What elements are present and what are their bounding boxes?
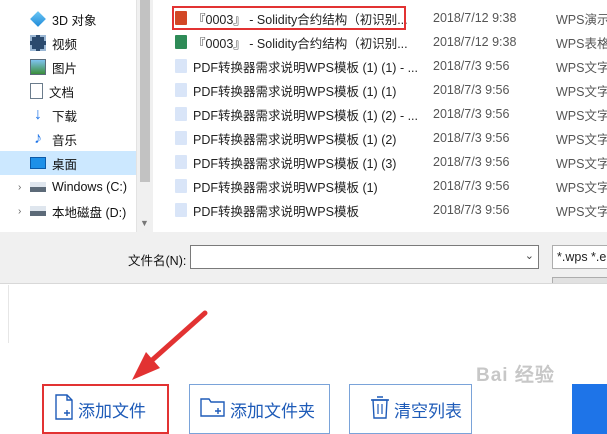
file-type: WPS文字 xyxy=(556,60,607,75)
nav-item-label: 音乐 xyxy=(52,133,78,148)
nav-item-label: 视频 xyxy=(52,37,78,52)
file-row[interactable]: PDF转换器需求说明WPS模板 2018/7/3 9:56 WPS文字 xyxy=(153,198,607,222)
file-date: 2018/7/3 9:56 xyxy=(433,131,510,145)
nav-item-drive-c[interactable]: › Windows (C:) xyxy=(0,175,136,199)
nav-scrollbar[interactable]: ▼ xyxy=(136,0,154,232)
add-file-icon xyxy=(54,393,74,425)
nav-item-label: 下载 xyxy=(52,109,78,124)
navigation-pane: 3D 对象 视频 图片 文档 ↓ 下载 ♪ 音乐 桌面 › Windows (C… xyxy=(0,0,136,232)
file-name: PDF转换器需求说明WPS模板 xyxy=(193,204,359,219)
nav-item-downloads[interactable]: ↓ 下载 xyxy=(0,103,136,127)
file-icon xyxy=(175,35,187,49)
add-file-button[interactable]: 添加文件 xyxy=(42,384,169,434)
watermark: Bai 经验 xyxy=(476,365,555,386)
file-date: 2018/7/3 9:56 xyxy=(433,59,510,73)
divider xyxy=(8,285,9,343)
file-icon xyxy=(175,107,187,121)
add-folder-icon xyxy=(200,396,226,423)
file-name: PDF转换器需求说明WPS模板 (1) (2) xyxy=(193,132,397,147)
chevron-down-icon[interactable]: ⌄ xyxy=(525,249,534,262)
clear-list-button[interactable]: 清空列表 xyxy=(349,384,472,434)
file-name: PDF转换器需求说明WPS模板 (1) xyxy=(193,180,378,195)
file-list: 『0003』 - Solidity合约结构（初识别... 2018/7/12 9:… xyxy=(153,0,607,232)
nav-item-label: Windows (C:) xyxy=(52,180,128,194)
file-type: WPS文字 xyxy=(556,84,607,99)
file-row[interactable]: PDF转换器需求说明WPS模板 (1) 2018/7/3 9:56 WPS文字 xyxy=(153,174,607,198)
file-row[interactable]: 『0003』 - Solidity合约结构（初识别... 2018/7/12 9:… xyxy=(153,30,607,54)
file-date: 2018/7/3 9:56 xyxy=(433,83,510,97)
file-icon xyxy=(175,131,187,145)
file-name: PDF转换器需求说明WPS模板 (1) (3) xyxy=(193,156,397,171)
file-date: 2018/7/3 9:56 xyxy=(433,107,510,121)
file-type: WPS文字 xyxy=(556,180,607,195)
file-type: WPS文字 xyxy=(556,132,607,147)
file-row[interactable]: PDF转换器需求说明WPS模板 (1) (3) 2018/7/3 9:56 WPS文… xyxy=(153,150,607,174)
file-row[interactable]: PDF转换器需求说明WPS模板 (1) (1) - ... 2018/7/3 9:… xyxy=(153,54,607,78)
file-name: PDF转换器需求说明WPS模板 (1) (2) - ... xyxy=(193,108,419,123)
nav-item-3d-objects[interactable]: 3D 对象 xyxy=(0,7,136,31)
pictures-icon xyxy=(30,59,46,75)
scrollbar-thumb[interactable] xyxy=(140,0,150,182)
nav-item-videos[interactable]: 视频 xyxy=(0,31,136,55)
add-folder-button[interactable]: 添加文件夹 xyxy=(189,384,330,434)
file-type: WPS演示 xyxy=(556,12,607,27)
nav-item-label: 桌面 xyxy=(52,157,78,172)
file-name: PDF转换器需求说明WPS模板 (1) (1) - ... xyxy=(193,60,419,75)
nav-item-label: 图片 xyxy=(52,61,78,76)
3d-object-icon xyxy=(30,11,46,27)
nav-item-documents[interactable]: 文档 xyxy=(0,79,136,103)
clear-list-label: 清空列表 xyxy=(394,401,462,421)
nav-item-desktop[interactable]: 桌面 xyxy=(0,151,136,175)
trash-icon xyxy=(370,395,390,424)
video-icon xyxy=(30,35,46,51)
file-open-dialog: 3D 对象 视频 图片 文档 ↓ 下载 ♪ 音乐 桌面 › Windows (C… xyxy=(0,0,607,301)
drive-c-icon xyxy=(30,182,46,192)
file-icon xyxy=(175,83,187,97)
download-icon: ↓ xyxy=(34,106,42,123)
documents-icon xyxy=(30,83,43,99)
file-icon xyxy=(175,59,187,73)
add-file-label: 添加文件 xyxy=(78,401,146,421)
start-convert-button[interactable] xyxy=(572,384,607,434)
file-type: WPS文字 xyxy=(556,204,607,219)
file-name: PDF转换器需求说明WPS模板 (1) (1) xyxy=(193,84,397,99)
file-date: 2018/7/12 9:38 xyxy=(433,11,517,25)
file-row[interactable]: PDF转换器需求说明WPS模板 (1) (2) 2018/7/3 9:56 WPS文… xyxy=(153,126,607,150)
nav-item-label: 3D 对象 xyxy=(52,13,97,28)
nav-item-label: 文档 xyxy=(49,85,75,100)
add-folder-label: 添加文件夹 xyxy=(230,401,315,421)
nav-item-pictures[interactable]: 图片 xyxy=(0,55,136,79)
file-name: 『0003』 - Solidity合约结构（初识别... xyxy=(193,36,408,51)
file-type: WPS文字 xyxy=(556,108,607,123)
file-date: 2018/7/12 9:38 xyxy=(433,35,517,49)
file-icon xyxy=(175,155,187,169)
nav-item-music[interactable]: ♪ 音乐 xyxy=(0,127,136,151)
file-icon xyxy=(175,179,187,193)
file-date: 2018/7/3 9:56 xyxy=(433,203,510,217)
drive-d-icon xyxy=(30,206,46,216)
filename-label: 文件名(N): xyxy=(128,254,187,268)
file-type: WPS文字 xyxy=(556,156,607,171)
file-type-filter[interactable]: *.wps *.e xyxy=(552,245,607,269)
file-type: WPS表格 xyxy=(556,36,607,51)
file-icon xyxy=(175,203,187,217)
file-date: 2018/7/3 9:56 xyxy=(433,155,510,169)
music-icon: ♪ xyxy=(34,130,42,147)
nav-item-label: 本地磁盘 (D:) xyxy=(52,205,127,220)
selection-highlight-box xyxy=(172,6,406,30)
nav-item-drive-d[interactable]: › 本地磁盘 (D:) xyxy=(0,199,136,223)
file-row[interactable]: PDF转换器需求说明WPS模板 (1) (2) - ... 2018/7/3 9:… xyxy=(153,102,607,126)
scroll-down-icon[interactable]: ▼ xyxy=(140,218,149,228)
file-row[interactable]: PDF转换器需求说明WPS模板 (1) (1) 2018/7/3 9:56 WPS文… xyxy=(153,78,607,102)
file-date: 2018/7/3 9:56 xyxy=(433,179,510,193)
expand-chevron-icon[interactable]: › xyxy=(18,206,21,217)
filename-input[interactable]: ⌄ xyxy=(190,245,539,269)
desktop-icon xyxy=(30,157,46,169)
expand-chevron-icon[interactable]: › xyxy=(18,182,21,193)
